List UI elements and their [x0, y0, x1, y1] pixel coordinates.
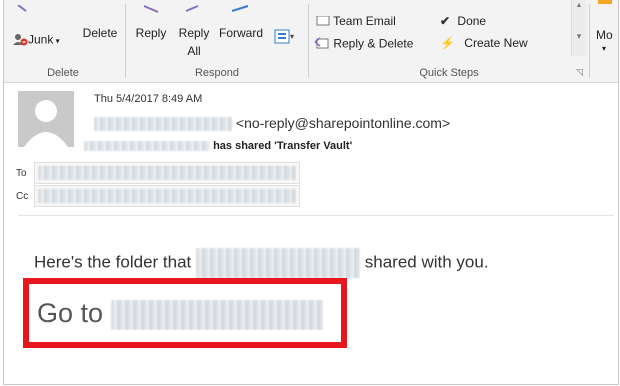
shared-subject: has shared 'Transfer Vault' — [213, 140, 353, 152]
reply-delete-icon — [314, 36, 330, 53]
team-email-icon — [316, 15, 330, 29]
move-icon — [598, 0, 612, 4]
respond-icons — [134, 0, 284, 13]
quick-step-create-new[interactable]: ⚡ Create New — [440, 36, 528, 50]
body-text: Here's the folder that shared with you. — [34, 248, 489, 278]
redacted-to — [38, 166, 296, 180]
ignore-icon — [16, 0, 50, 12]
header-divider — [18, 215, 614, 216]
scroll-up-icon[interactable]: ▲ — [572, 2, 586, 9]
quick-step-reply-delete[interactable]: Reply & Delete — [314, 36, 413, 53]
go-to-link[interactable]: Go to — [37, 298, 323, 330]
lightning-icon: ⚡ — [440, 36, 455, 50]
redacted-sharer-name — [84, 141, 210, 152]
quick-step-team-email[interactable]: Team Email — [316, 14, 396, 29]
message-date: Thu 5/4/2017 8:49 AM — [94, 93, 203, 105]
more-respond-button[interactable]: ▾ — [268, 28, 302, 49]
redacted-cc — [38, 189, 296, 203]
delete-group-label: Delete — [47, 67, 79, 79]
cc-label: Cc — [16, 191, 29, 202]
junk-dropdown-icon: ▾ — [53, 36, 60, 46]
redacted-sharer-body — [196, 248, 361, 278]
email-window: Junk ▾ Delete Delete Reply Reply All For… — [3, 0, 619, 385]
shared-subject-row: has shared 'Transfer Vault' — [84, 140, 352, 152]
ribbon-separator — [308, 4, 309, 78]
quick-steps-group-label: Quick Steps — [419, 67, 479, 79]
junk-icon — [12, 32, 28, 49]
forward-button[interactable]: Forward — [214, 26, 268, 40]
reply-all-button[interactable]: Reply All — [174, 26, 214, 58]
quick-steps-scrollbar[interactable]: ▲ ▾ — [571, 0, 586, 56]
sender-row: <no-reply@sharepointonline.com> — [94, 115, 451, 132]
move-group: Mo ▾ — [592, 0, 618, 82]
delete-button[interactable]: Delete — [78, 26, 122, 40]
respond-group-label: Respond — [194, 67, 240, 79]
cc-recipients[interactable] — [34, 185, 300, 207]
quick-steps-group: Team Email ✔ Done Reply & Delete ⚡ Creat… — [311, 0, 587, 82]
quick-steps-gallery: Team Email ✔ Done Reply & Delete ⚡ Creat… — [312, 0, 586, 56]
ribbon-separator — [125, 4, 126, 78]
sender-email: <no-reply@sharepointonline.com> — [235, 115, 451, 131]
sender-avatar — [18, 91, 74, 147]
svg-text:▾: ▾ — [290, 32, 294, 41]
delete-group: Junk ▾ Delete Delete — [4, 0, 122, 82]
redacted-folder-name — [110, 299, 323, 330]
respond-group: Reply Reply All Forward ▾ Respond — [128, 0, 306, 82]
highlight-box: Go to — [23, 278, 347, 348]
dialog-launcher-icon[interactable]: ◹ — [576, 67, 583, 78]
ribbon-separator — [589, 4, 590, 78]
to-label: To — [16, 168, 27, 179]
checkmark-icon: ✔ — [440, 14, 451, 28]
scroll-more-icon[interactable]: ▾ — [572, 31, 586, 42]
junk-button[interactable]: Junk ▾ — [12, 32, 72, 49]
redacted-sender-name — [94, 117, 232, 132]
move-button[interactable]: Mo ▾ — [596, 28, 618, 56]
reply-button[interactable]: Reply — [132, 26, 170, 40]
quick-step-done[interactable]: ✔ Done — [440, 14, 486, 28]
move-dropdown-icon: ▾ — [602, 44, 607, 53]
ribbon: Junk ▾ Delete Delete Reply Reply All For… — [4, 0, 618, 83]
more-respond-icon: ▾ — [274, 29, 296, 49]
to-recipients[interactable] — [34, 162, 300, 184]
